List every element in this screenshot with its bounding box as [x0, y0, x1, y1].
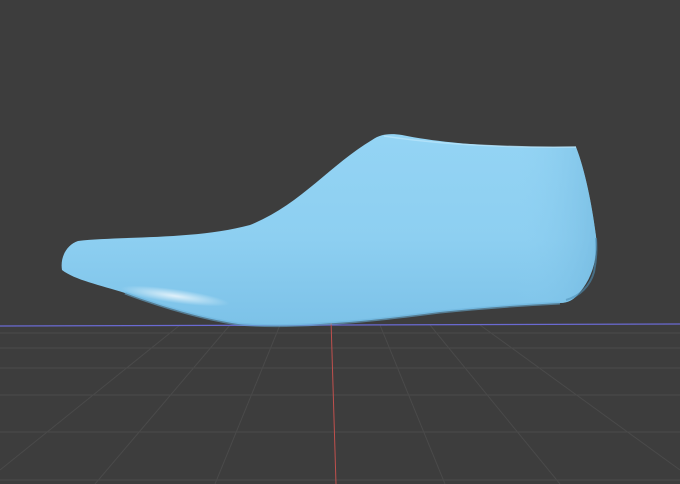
viewport-canvas[interactable]	[0, 0, 680, 484]
y-axis-line	[330, 319, 337, 484]
x-axis-line	[0, 323, 680, 327]
3d-viewport[interactable]	[0, 0, 680, 484]
shoe-last-model[interactable]	[61, 134, 598, 327]
ground-grid	[0, 324, 680, 484]
